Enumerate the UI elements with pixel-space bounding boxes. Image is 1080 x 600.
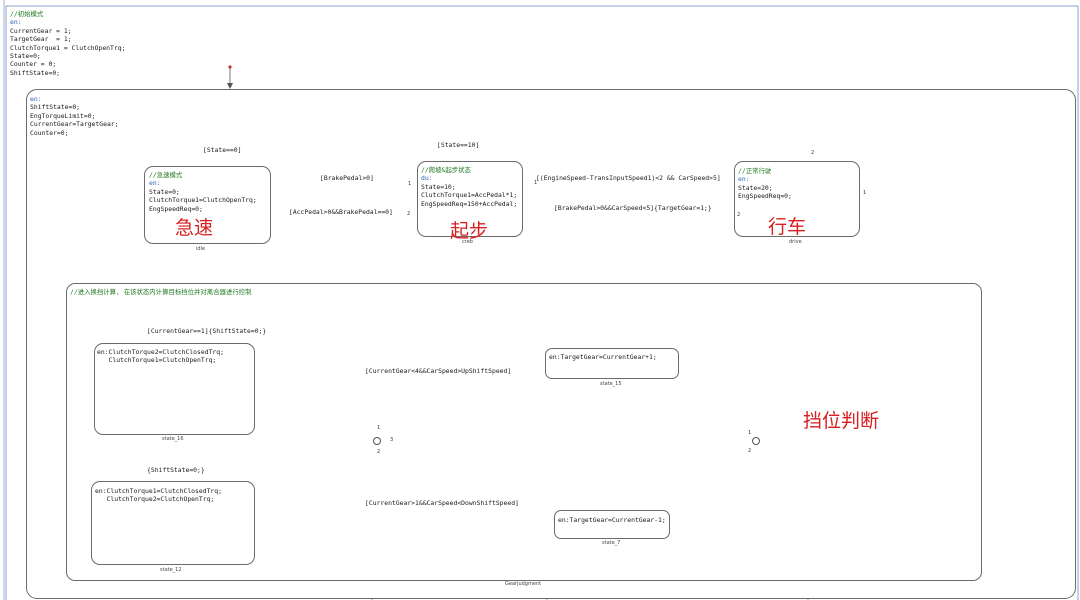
- drive-line-1: State=20;: [738, 183, 773, 192]
- parent-line-4: Counter=0;: [30, 128, 69, 137]
- idle-entry: en:: [149, 179, 161, 188]
- init-line-6: ShiftState=0;: [10, 68, 61, 77]
- idle-annotation: 急速: [175, 217, 214, 239]
- parent-line-3: CurrentGear=TargetGear;: [30, 120, 119, 129]
- idle-name: idle: [196, 246, 206, 252]
- creb-entry: du:: [421, 174, 433, 183]
- label-state12-default: {ShiftState=0;}: [147, 466, 205, 474]
- junction-right[interactable]: [752, 437, 760, 445]
- label-creb-default: [State==10]: [437, 141, 480, 149]
- state-15-actions: en:TargetGear=CurrentGear+1;: [549, 353, 657, 361]
- state-idle-actions: //急速模式 en: State=0; ClutchTorque1=Clutch…: [149, 171, 257, 213]
- state-12-line-1: en:ClutchTorque1=ClutchClosedTrq;: [95, 487, 222, 495]
- priority-number: 2: [748, 448, 752, 454]
- init-line-2: TargetGear = 1;: [10, 35, 72, 44]
- state-12-actions: en:ClutchTorque1=ClutchClosedTrq; Clutch…: [95, 487, 222, 504]
- parent-line-2: EngTorqueLimit=0;: [30, 111, 96, 120]
- state-16-name: state_16: [162, 436, 184, 442]
- state-16-line-2: ClutchTorque1=ClutchOpenTrq;: [97, 356, 217, 365]
- label-creb-to-idle: [BrakePedal>0]: [320, 174, 374, 182]
- drive-name: drive: [789, 239, 802, 245]
- parent-entry: en:: [30, 95, 42, 103]
- creb-name: creb: [462, 239, 473, 245]
- idle-line-3: EngSpeedReq=0;: [149, 204, 203, 213]
- init-entry: en:: [10, 18, 22, 27]
- junction-left[interactable]: [373, 437, 381, 445]
- gear-annotation: 挡位判断: [803, 410, 880, 432]
- state-12-name: state_12: [160, 567, 182, 573]
- drive-entry: en:: [738, 175, 750, 184]
- idle-line-1: State=0;: [149, 187, 180, 196]
- drive-annotation: 行车: [768, 216, 807, 238]
- label-creb-to-drive: [(EngineSpeed-TransInputSpeed1)<2 && Car…: [536, 174, 721, 182]
- creb-line-3: EngSpeedReq=150+AccPedal;: [421, 199, 518, 208]
- state-drive-actions: //正常行驶 en: State=20; EngSpeedReq=0;: [738, 167, 792, 201]
- label-idle-default: [State==0]: [203, 146, 242, 154]
- state-7-name: state_7: [602, 540, 621, 546]
- drive-comment: //正常行驶: [738, 167, 772, 175]
- init-line-4: State=0;: [10, 52, 41, 61]
- label-idle-to-creb: [AccPedal>0&&BrakePedal==0]: [289, 208, 393, 216]
- init-line-3: ClutchTorque1 = ClutchOpenTrq;: [10, 43, 126, 52]
- creb-comment: //爬坡&起步状态: [421, 166, 471, 174]
- init-comment: //初始模式: [10, 10, 44, 18]
- creb-line-2: ClutchTorque1=AccPedal*1;: [421, 191, 518, 200]
- priority-number: 2: [407, 211, 411, 217]
- drive-line-2: EngSpeedReq=0;: [738, 192, 792, 201]
- init-line-5: Counter = 0;: [10, 60, 57, 69]
- priority-number: 1: [748, 430, 752, 436]
- priority-number: 2: [811, 150, 815, 156]
- priority-number: 2: [377, 449, 381, 455]
- priority-number: 1: [863, 190, 867, 196]
- init-line-1: CurrentGear = 1;: [10, 26, 72, 35]
- label-upshift: [CurrentGear<4&&CarSpeed>UpShiftSpeed]: [365, 367, 512, 375]
- state-16-actions: en:ClutchTorque2=ClutchClosedTrq; Clutch…: [97, 348, 224, 365]
- parent-actions: en: ShiftState=0; EngTorqueLimit=0; Curr…: [30, 95, 119, 137]
- state-7-actions: en:TargetGear=CurrentGear-1;: [558, 516, 666, 524]
- priority-number: 3: [390, 437, 394, 443]
- idle-line-2: ClutchTorque1=ClutchOpenTrq;: [149, 196, 257, 205]
- priority-number: 1: [408, 181, 412, 187]
- init-block: //初始模式 en: CurrentGear = 1; TargetGear =…: [10, 10, 125, 77]
- state-12-line-2: ClutchTorque2=ClutchOpenTrq;: [95, 495, 215, 504]
- label-state16-default: [CurrentGear==1]{ShiftState=0;}: [147, 327, 267, 335]
- gear-name: Gearjudgment: [505, 581, 542, 587]
- priority-number: 1: [534, 180, 538, 186]
- state-15-name: state_15: [600, 381, 622, 387]
- idle-comment: //急速模式: [149, 171, 183, 179]
- gear-comment: //进入换挡计算, 在该状态内计算目标挡位并对离合器进行控制: [70, 288, 252, 296]
- state-7[interactable]: [554, 510, 670, 539]
- priority-number: 2: [737, 212, 741, 218]
- state-16-line-1: en:ClutchTorque2=ClutchClosedTrq;: [97, 348, 224, 356]
- creb-line-1: State=10;: [421, 182, 456, 191]
- priority-number: 1: [377, 425, 381, 431]
- state-creb-actions: //爬坡&起步状态 du: State=10; ClutchTorque1=Ac…: [421, 166, 517, 208]
- label-drive-to-creb: [BrakePedal>0&&CarSpeed<5]{TargetGear=1;…: [554, 204, 712, 212]
- label-downshift: [CurrentGear>1&&CarSpeed<DownShiftSpeed]: [365, 499, 519, 507]
- parent-line-1: ShiftState=0;: [30, 103, 81, 112]
